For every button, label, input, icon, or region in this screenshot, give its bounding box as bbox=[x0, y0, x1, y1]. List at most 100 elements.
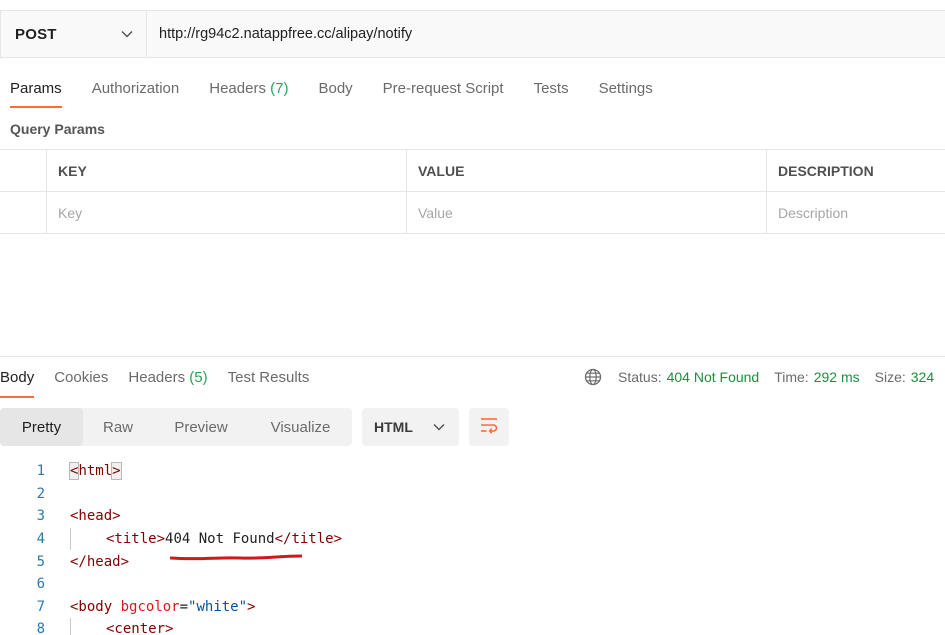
line-number: 1 bbox=[36, 463, 45, 480]
tab-authorization[interactable]: Authorization bbox=[92, 78, 180, 108]
tab-label: Tests bbox=[533, 80, 569, 97]
code-token: <center> bbox=[106, 621, 174, 635]
tab-label: Authorization bbox=[91, 80, 180, 97]
query-params-title: Query Params bbox=[10, 121, 105, 137]
view-mode-pretty[interactable]: Pretty bbox=[0, 408, 83, 446]
tab-pre-request-script[interactable]: Pre-request Script bbox=[383, 78, 504, 108]
column-header-value: VALUE bbox=[406, 150, 766, 191]
size-label: Size: bbox=[874, 369, 906, 385]
code-text: <title>404 Not Found</title> bbox=[106, 531, 342, 547]
code-text: </head> bbox=[70, 554, 129, 570]
column-header-key: KEY bbox=[46, 150, 406, 191]
red-underline-annotation bbox=[170, 554, 302, 561]
line-number: 8 bbox=[36, 621, 45, 635]
size-value: 324 bbox=[910, 369, 935, 385]
method-label: POST bbox=[15, 25, 57, 43]
code-token: = bbox=[179, 598, 189, 615]
column-header-description: DESCRIPTION bbox=[766, 150, 945, 191]
line-number: 2 bbox=[36, 485, 45, 502]
tab-params[interactable]: Params bbox=[10, 78, 62, 108]
value-input[interactable]: Value bbox=[406, 192, 766, 233]
tab-response-body[interactable]: Body bbox=[0, 368, 35, 398]
tab-label: Headers bbox=[209, 80, 266, 97]
format-select[interactable]: HTML bbox=[362, 408, 459, 446]
pane-divider[interactable] bbox=[0, 356, 945, 357]
code-text: <body bgcolor="white"> bbox=[70, 599, 255, 615]
code-line: 8 <center> bbox=[0, 618, 945, 635]
response-body-editor[interactable]: 1 <html> 2 3 <head> 4 <title>404 Not Fou… bbox=[0, 460, 945, 635]
tab-label: Headers bbox=[128, 369, 186, 386]
code-token: bgcolor bbox=[112, 598, 180, 615]
code-line: 2 bbox=[0, 483, 945, 506]
tab-label: Body bbox=[0, 369, 35, 386]
code-token: > bbox=[111, 462, 122, 481]
time-label: Time: bbox=[774, 369, 809, 385]
view-mode-visualize[interactable]: Visualize bbox=[249, 408, 352, 446]
request-tabs: Params Authorization Headers (7) Body Pr… bbox=[10, 78, 683, 110]
code-line: 6 bbox=[0, 573, 945, 596]
code-text: <html> bbox=[68, 462, 122, 481]
code-token: </title> bbox=[274, 531, 343, 548]
chevron-down-icon bbox=[433, 418, 445, 436]
status-label: Status: bbox=[618, 369, 662, 385]
tab-label: Pre-request Script bbox=[382, 80, 504, 97]
code-token: <head> bbox=[70, 508, 121, 525]
tab-tests[interactable]: Tests bbox=[534, 78, 569, 108]
code-line: 5 </head> bbox=[0, 550, 945, 573]
view-mode-selector: Pretty Raw Preview Visualize bbox=[0, 408, 352, 446]
code-token: <title> bbox=[106, 531, 166, 548]
key-input[interactable]: Key bbox=[46, 192, 406, 233]
code-text: <center> bbox=[106, 621, 173, 635]
tab-label: Body bbox=[318, 80, 353, 97]
code-line: 4 <title>404 Not Found</title> bbox=[0, 528, 945, 551]
row-handle-cell bbox=[0, 192, 46, 233]
tab-settings[interactable]: Settings bbox=[599, 78, 653, 108]
code-token: </head> bbox=[70, 553, 130, 570]
code-line: 7 <body bgcolor="white"> bbox=[0, 596, 945, 619]
tab-label: Cookies bbox=[54, 369, 109, 386]
time-item[interactable]: Time: 292 ms bbox=[774, 369, 859, 385]
tab-test-results[interactable]: Test Results bbox=[228, 368, 310, 398]
size-item[interactable]: Size: 324 bbox=[875, 369, 934, 385]
tab-body[interactable]: Body bbox=[318, 78, 352, 108]
line-number: 5 bbox=[36, 553, 45, 570]
table-row: Key Value Description bbox=[0, 192, 945, 234]
response-headers-count: (5) bbox=[189, 369, 208, 386]
indent-guide bbox=[70, 618, 71, 635]
tab-headers[interactable]: Headers (7) bbox=[209, 78, 288, 108]
view-mode-preview[interactable]: Preview bbox=[153, 408, 249, 446]
url-input[interactable]: http://rg94c2.natappfree.cc/alipay/notif… bbox=[147, 11, 945, 57]
tab-label: Test Results bbox=[227, 369, 310, 386]
response-tabs: Body Cookies Headers (5) Test Results bbox=[0, 368, 329, 400]
line-number: 4 bbox=[36, 531, 45, 548]
view-mode-raw[interactable]: Raw bbox=[83, 408, 153, 446]
code-token: 404 Not Found bbox=[165, 531, 275, 548]
tab-cookies[interactable]: Cookies bbox=[54, 368, 108, 398]
line-number: 6 bbox=[36, 576, 45, 593]
line-number: 7 bbox=[36, 598, 45, 615]
code-token: <body bbox=[70, 598, 113, 615]
chevron-down-icon bbox=[120, 27, 134, 41]
indent-guide bbox=[70, 528, 71, 550]
globe-icon[interactable] bbox=[584, 368, 602, 386]
code-line: 1 <html> bbox=[0, 460, 945, 483]
description-input[interactable]: Description bbox=[766, 192, 945, 233]
code-token: "white" bbox=[188, 598, 248, 615]
status-value: 404 Not Found bbox=[666, 369, 760, 385]
code-line: 3 <head> bbox=[0, 505, 945, 528]
code-token: html bbox=[78, 463, 113, 480]
query-params-table: KEY VALUE DESCRIPTION Key Value Descript… bbox=[0, 149, 945, 234]
line-number: 3 bbox=[36, 508, 45, 525]
response-status-bar: Status: 404 Not Found Time: 292 ms Size: 32… bbox=[584, 368, 945, 386]
status-item[interactable]: Status: 404 Not Found bbox=[618, 369, 759, 385]
tab-label: Params bbox=[10, 80, 62, 97]
wrap-lines-button[interactable] bbox=[469, 408, 509, 446]
row-handle-cell bbox=[0, 150, 46, 191]
code-text: <head> bbox=[70, 508, 121, 524]
code-token: > bbox=[247, 598, 256, 615]
format-label: HTML bbox=[374, 419, 413, 435]
tab-response-headers[interactable]: Headers (5) bbox=[128, 368, 207, 398]
method-select[interactable]: POST bbox=[1, 11, 147, 57]
tab-label: Settings bbox=[598, 80, 653, 97]
wrap-lines-icon bbox=[479, 416, 499, 439]
